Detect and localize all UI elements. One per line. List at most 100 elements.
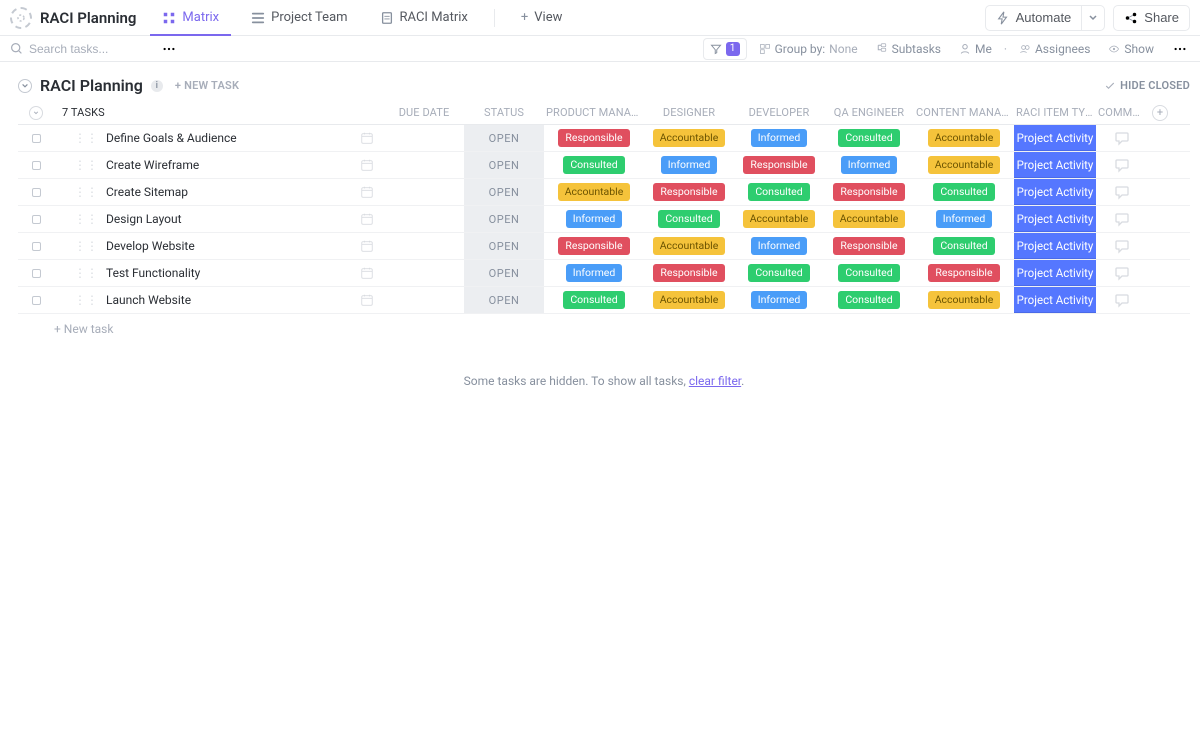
developer-cell[interactable]: Accountable	[734, 210, 824, 228]
tab-matrix[interactable]: Matrix	[150, 0, 231, 36]
task-row[interactable]: ⋮⋮ Create Sitemap OPEN Accountable Respo…	[18, 179, 1190, 206]
qa-cell[interactable]: Consulted	[824, 129, 914, 147]
comment-cell[interactable]	[1096, 157, 1148, 173]
pm-cell[interactable]: Responsible	[544, 129, 644, 147]
drag-handle-icon[interactable]: ⋮⋮	[74, 240, 98, 252]
comment-cell[interactable]	[1096, 184, 1148, 200]
drag-handle-icon[interactable]: ⋮⋮	[74, 213, 98, 225]
task-name-cell[interactable]: ⋮⋮ Create Wireframe	[54, 158, 384, 172]
calendar-icon[interactable]	[360, 185, 374, 199]
task-row[interactable]: ⋮⋮ Launch Website OPEN Consulted Account…	[18, 287, 1190, 314]
comment-cell[interactable]	[1096, 265, 1148, 281]
pm-cell[interactable]: Informed	[544, 210, 644, 228]
col-due-date[interactable]: Due Date	[384, 106, 464, 119]
automate-button[interactable]: Automate	[985, 5, 1083, 31]
task-row[interactable]: ⋮⋮ Design Layout OPEN Informed Consulted…	[18, 206, 1190, 233]
task-status-dot[interactable]	[18, 215, 54, 224]
task-status-dot[interactable]	[18, 242, 54, 251]
cm-cell[interactable]: Consulted	[914, 183, 1014, 201]
cm-cell[interactable]: Responsible	[914, 264, 1014, 282]
share-button[interactable]: Share	[1113, 5, 1190, 31]
status-cell[interactable]: OPEN	[464, 179, 544, 205]
col-comments[interactable]: Comments	[1096, 106, 1148, 119]
cm-cell[interactable]: Accountable	[914, 156, 1014, 174]
select-all[interactable]	[18, 106, 54, 120]
item-type-cell[interactable]: Project Activity	[1014, 152, 1096, 178]
info-icon[interactable]: i	[151, 80, 163, 92]
status-cell[interactable]: OPEN	[464, 125, 544, 151]
task-row[interactable]: ⋮⋮ Develop Website OPEN Responsible Acco…	[18, 233, 1190, 260]
clear-filter-link[interactable]: clear filter	[689, 374, 741, 388]
hide-closed-toggle[interactable]: Hide Closed	[1104, 79, 1190, 92]
designer-cell[interactable]: Accountable	[644, 291, 734, 309]
item-type-cell[interactable]: Project Activity	[1014, 287, 1096, 313]
item-type-cell[interactable]: Project Activity	[1014, 179, 1096, 205]
task-row[interactable]: ⋮⋮ Define Goals & Audience OPEN Responsi…	[18, 125, 1190, 152]
task-status-dot[interactable]	[18, 269, 54, 278]
qa-cell[interactable]: Responsible	[824, 183, 914, 201]
task-name-cell[interactable]: ⋮⋮ Launch Website	[54, 293, 384, 307]
calendar-icon[interactable]	[360, 266, 374, 280]
toolbar-more-icon[interactable]	[1170, 39, 1190, 59]
status-cell[interactable]: OPEN	[464, 287, 544, 313]
task-name-cell[interactable]: ⋮⋮ Define Goals & Audience	[54, 131, 384, 145]
status-cell[interactable]: OPEN	[464, 152, 544, 178]
drag-handle-icon[interactable]: ⋮⋮	[74, 159, 98, 171]
task-row[interactable]: ⋮⋮ Create Wireframe OPEN Consulted Infor…	[18, 152, 1190, 179]
calendar-icon[interactable]	[360, 239, 374, 253]
comment-cell[interactable]	[1096, 238, 1148, 254]
drag-handle-icon[interactable]: ⋮⋮	[74, 132, 98, 144]
designer-cell[interactable]: Accountable	[644, 237, 734, 255]
designer-cell[interactable]: Informed	[644, 156, 734, 174]
add-view-button[interactable]: + View	[509, 0, 575, 36]
search-input[interactable]	[29, 42, 149, 56]
add-column[interactable]: +	[1148, 105, 1172, 121]
col-cm[interactable]: Content Manager	[914, 106, 1014, 119]
tab-raci-matrix[interactable]: RACI Matrix	[368, 0, 480, 36]
cm-cell[interactable]: Accountable	[914, 291, 1014, 309]
task-name-cell[interactable]: ⋮⋮ Design Layout	[54, 212, 384, 226]
pm-cell[interactable]: Consulted	[544, 156, 644, 174]
developer-cell[interactable]: Informed	[734, 129, 824, 147]
item-type-cell[interactable]: Project Activity	[1014, 125, 1096, 151]
assignees-button[interactable]: Assignees	[1013, 38, 1096, 60]
designer-cell[interactable]: Accountable	[644, 129, 734, 147]
item-type-cell[interactable]: Project Activity	[1014, 260, 1096, 286]
col-status[interactable]: Status	[464, 106, 544, 119]
task-status-dot[interactable]	[18, 161, 54, 170]
drag-handle-icon[interactable]: ⋮⋮	[74, 267, 98, 279]
task-status-dot[interactable]	[18, 296, 54, 305]
col-developer[interactable]: Developer	[734, 106, 824, 119]
task-name-cell[interactable]: ⋮⋮ Test Functionality	[54, 266, 384, 280]
developer-cell[interactable]: Informed	[734, 237, 824, 255]
automate-dropdown[interactable]	[1082, 5, 1105, 31]
subtasks-button[interactable]: Subtasks	[870, 38, 947, 60]
comment-cell[interactable]	[1096, 292, 1148, 308]
show-button[interactable]: Show	[1102, 38, 1160, 60]
pm-cell[interactable]: Consulted	[544, 291, 644, 309]
status-cell[interactable]: OPEN	[464, 260, 544, 286]
qa-cell[interactable]: Informed	[824, 156, 914, 174]
col-pm[interactable]: Product Manager	[544, 106, 644, 119]
developer-cell[interactable]: Consulted	[734, 264, 824, 282]
me-button[interactable]: Me	[953, 38, 998, 60]
col-designer[interactable]: Designer	[644, 106, 734, 119]
pm-cell[interactable]: Responsible	[544, 237, 644, 255]
comment-cell[interactable]	[1096, 130, 1148, 146]
item-type-cell[interactable]: Project Activity	[1014, 206, 1096, 232]
task-row[interactable]: ⋮⋮ Test Functionality OPEN Informed Resp…	[18, 260, 1190, 287]
calendar-icon[interactable]	[360, 131, 374, 145]
comment-cell[interactable]	[1096, 211, 1148, 227]
calendar-icon[interactable]	[360, 212, 374, 226]
developer-cell[interactable]: Informed	[734, 291, 824, 309]
designer-cell[interactable]: Consulted	[644, 210, 734, 228]
item-type-cell[interactable]: Project Activity	[1014, 233, 1096, 259]
search-more-icon[interactable]	[159, 39, 179, 59]
qa-cell[interactable]: Consulted	[824, 264, 914, 282]
filter-button[interactable]: 1	[703, 38, 747, 60]
cm-cell[interactable]: Informed	[914, 210, 1014, 228]
group-by-button[interactable]: Group by: None	[753, 38, 864, 60]
pm-cell[interactable]: Informed	[544, 264, 644, 282]
cm-cell[interactable]: Consulted	[914, 237, 1014, 255]
tab-project-team[interactable]: Project Team	[239, 0, 359, 36]
